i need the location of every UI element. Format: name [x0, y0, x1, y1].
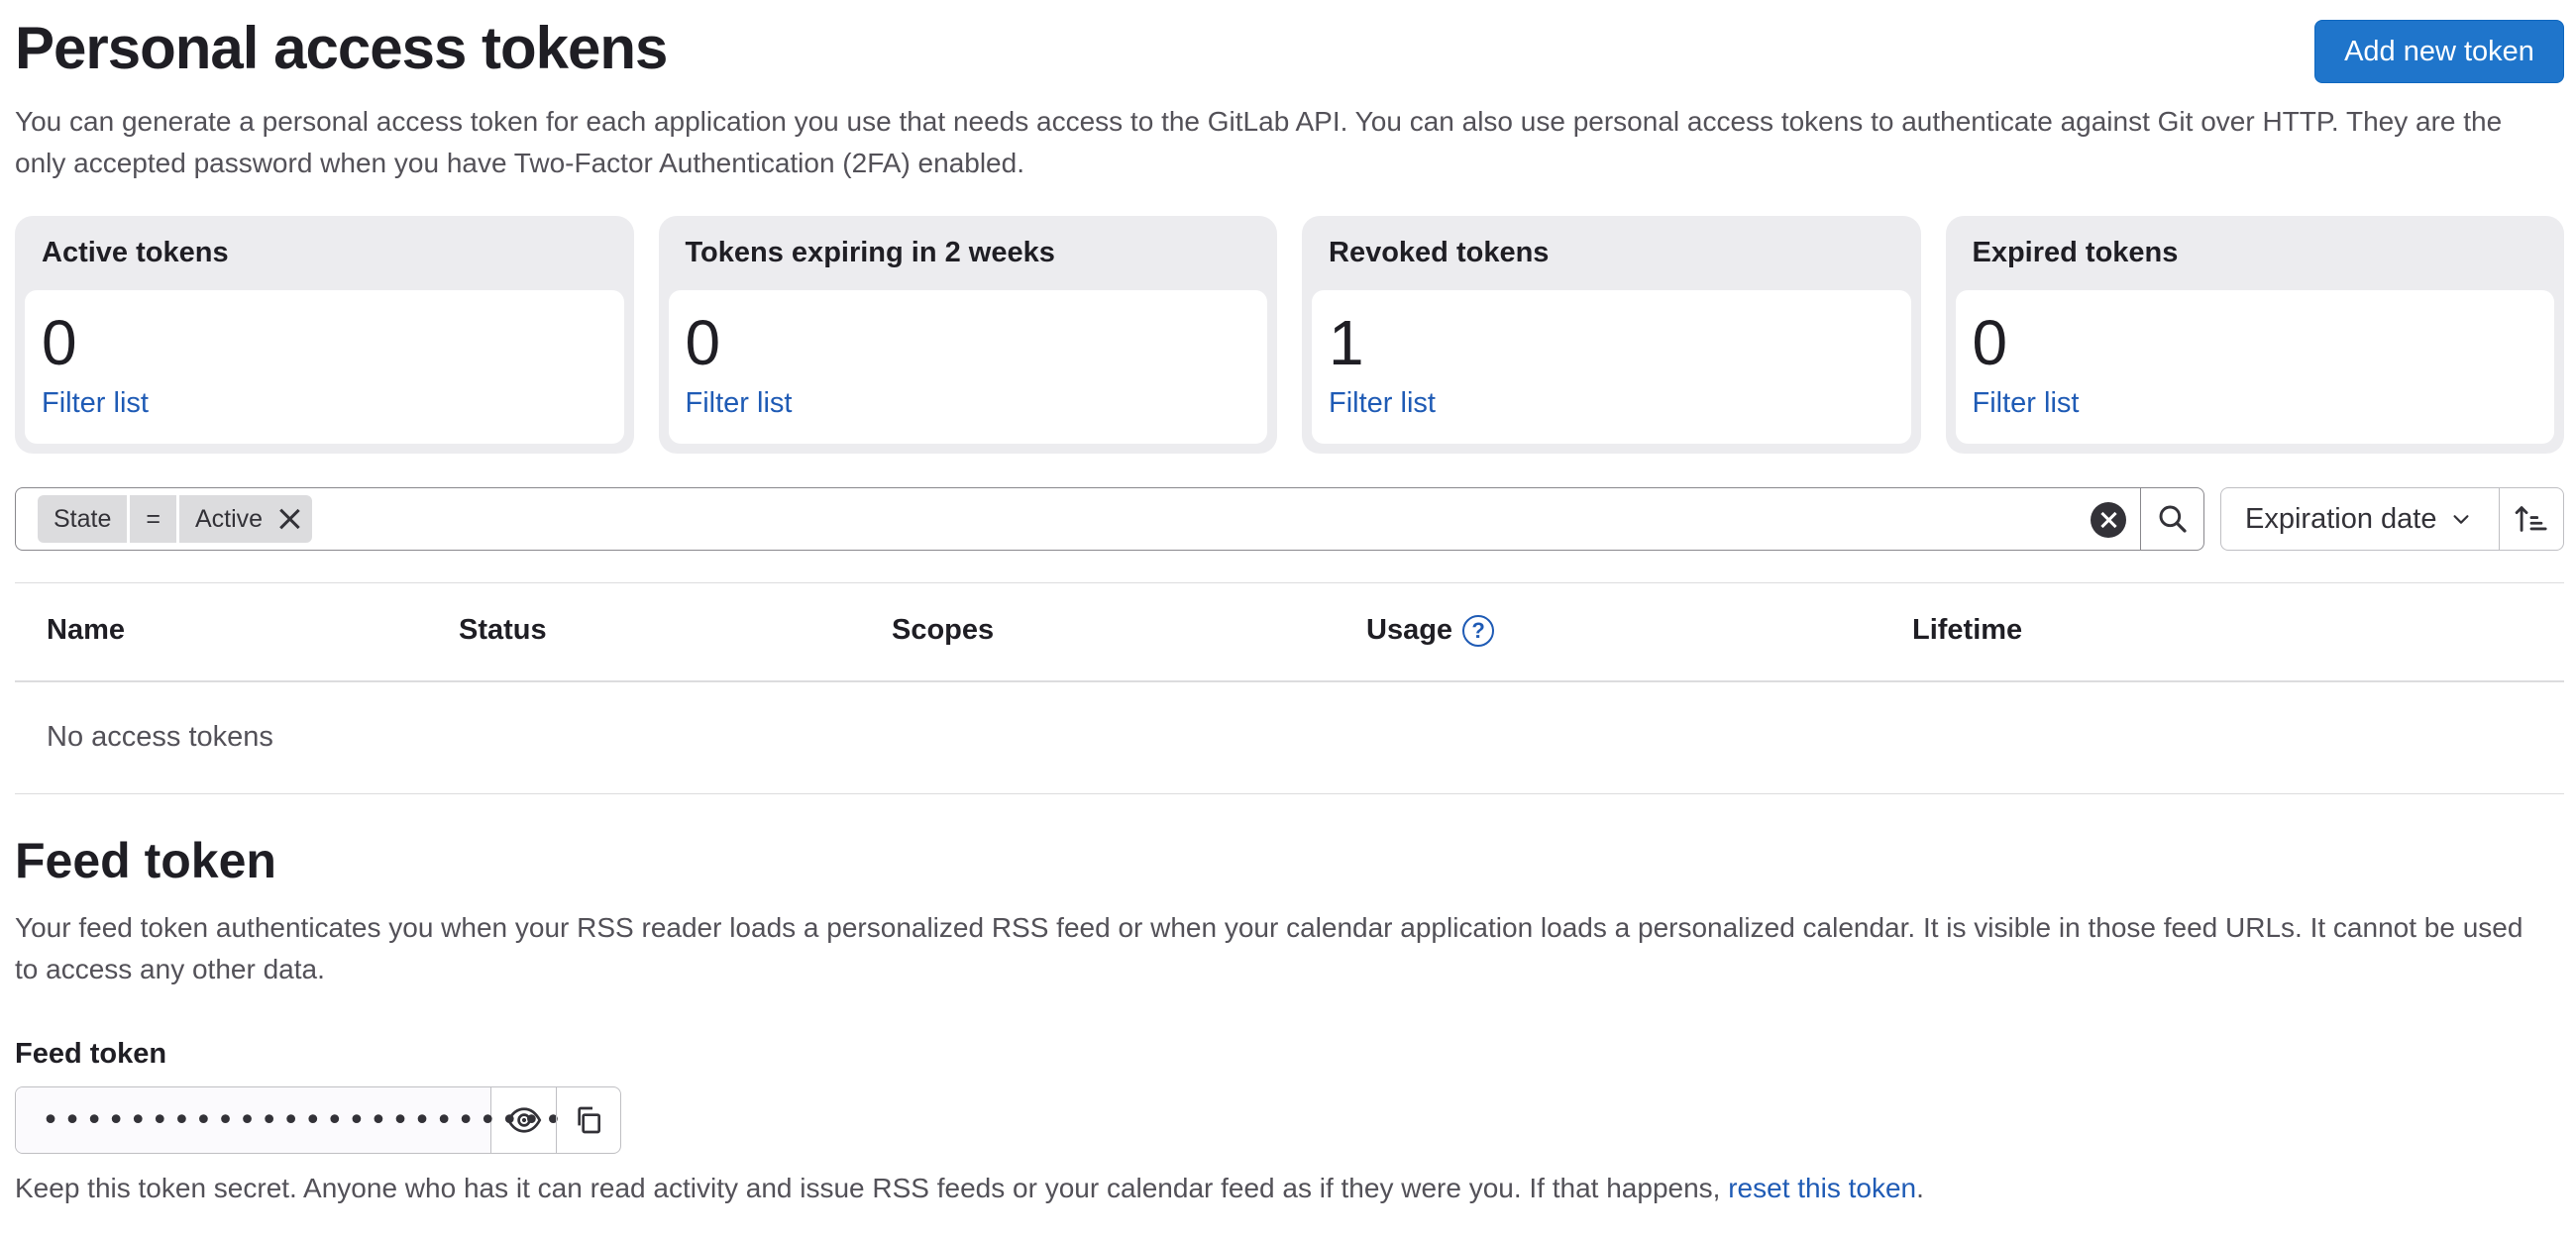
feed-token-help-text: Keep this token secret. Anyone who has i…	[15, 1173, 1721, 1203]
feed-token-label: Feed token	[15, 1038, 167, 1070]
search-button[interactable]	[2140, 488, 2203, 550]
empty-state-text: No access tokens	[47, 721, 273, 753]
remove-token-icon[interactable]	[276, 506, 302, 532]
sort-dropdown-label: Expiration date	[2245, 502, 2437, 535]
stat-card-active: Active tokens 0 Filter list	[15, 216, 634, 454]
filter-list-link[interactable]: Filter list	[42, 387, 149, 420]
column-header-usage-label: Usage	[1366, 614, 1453, 646]
stat-card-expired: Expired tokens 0 Filter list	[1945, 216, 2564, 454]
table-header-divider	[15, 680, 2564, 682]
feed-token-field: ••••••••••••••••••••••••	[15, 1086, 621, 1154]
question-icon[interactable]: ?	[1462, 614, 1495, 647]
toggle-visibility-button[interactable]	[491, 1087, 556, 1153]
column-header-name[interactable]: Name	[47, 614, 125, 647]
column-header-scopes[interactable]: Scopes	[892, 614, 994, 647]
table-bottom-divider	[15, 793, 2564, 794]
filter-token-value[interactable]: Active	[178, 495, 313, 543]
filter-token-value-label: Active	[194, 504, 264, 533]
filter-token[interactable]: State = Active	[38, 495, 313, 543]
stat-card-title: Tokens expiring in 2 weeks	[685, 237, 1055, 268]
feed-token-help: Keep this token secret. Anyone who has i…	[15, 1168, 1924, 1209]
stat-card-body: 0 Filter list	[25, 290, 624, 444]
sort-control: Expiration date	[2220, 487, 2564, 551]
feed-token-description: Your feed token authenticates you when y…	[15, 912, 2523, 984]
stat-card-revoked: Revoked tokens 1 Filter list	[1302, 216, 1921, 454]
column-header-lifetime[interactable]: Lifetime	[1912, 614, 2022, 647]
filter-token-key[interactable]: State	[38, 495, 128, 543]
clear-search-icon[interactable]	[2091, 502, 2126, 538]
reset-token-link[interactable]: reset this token	[1728, 1173, 1916, 1203]
filter-list-link[interactable]: Filter list	[686, 387, 793, 420]
stat-card-body: 1 Filter list	[1312, 290, 1911, 444]
page-title: Personal access tokens	[15, 15, 668, 81]
stat-card-body: 0 Filter list	[668, 290, 1267, 444]
stat-card-title: Revoked tokens	[1329, 237, 1550, 268]
stat-card-title: Expired tokens	[1972, 237, 2179, 268]
add-new-token-button[interactable]: Add new token	[2314, 20, 2564, 83]
table-top-divider	[15, 582, 2564, 583]
feed-token-title: Feed token	[15, 833, 276, 888]
column-header-status[interactable]: Status	[459, 614, 547, 647]
stat-card-value: 0	[1972, 307, 2008, 378]
stat-card-title: Active tokens	[42, 237, 229, 268]
sort-dropdown[interactable]: Expiration date	[2221, 488, 2500, 550]
token-stats: Active tokens 0 Filter list Tokens expir…	[15, 216, 2564, 454]
stat-card-body: 0 Filter list	[1955, 290, 2554, 444]
copy-icon	[578, 1106, 600, 1134]
filter-list-link[interactable]: Filter list	[1329, 387, 1436, 420]
stat-card-value: 1	[1329, 307, 1364, 378]
sort-direction-button[interactable]	[2500, 488, 2563, 550]
stat-card-value: 0	[685, 307, 721, 378]
feed-token-input[interactable]: ••••••••••••••••••••••••	[16, 1087, 562, 1153]
page-description: You can generate a personal access token…	[15, 106, 2503, 178]
filter-token-operator[interactable]: =	[130, 495, 176, 543]
copy-button[interactable]	[556, 1087, 620, 1153]
filtered-search-bar[interactable]: State = Active	[15, 487, 2204, 551]
stat-card-value: 0	[42, 307, 77, 378]
sort-lowest-icon	[2515, 506, 2547, 532]
column-header-usage[interactable]: Usage ?	[1366, 614, 1495, 647]
eye-icon	[506, 1107, 541, 1133]
search-icon	[2159, 505, 2187, 533]
chevron-down-icon	[2453, 515, 2469, 524]
filter-list-link[interactable]: Filter list	[1973, 387, 2080, 420]
stat-card-expiring: Tokens expiring in 2 weeks 0 Filter list	[658, 216, 1277, 454]
feed-token-help-suffix: .	[1916, 1173, 1924, 1203]
